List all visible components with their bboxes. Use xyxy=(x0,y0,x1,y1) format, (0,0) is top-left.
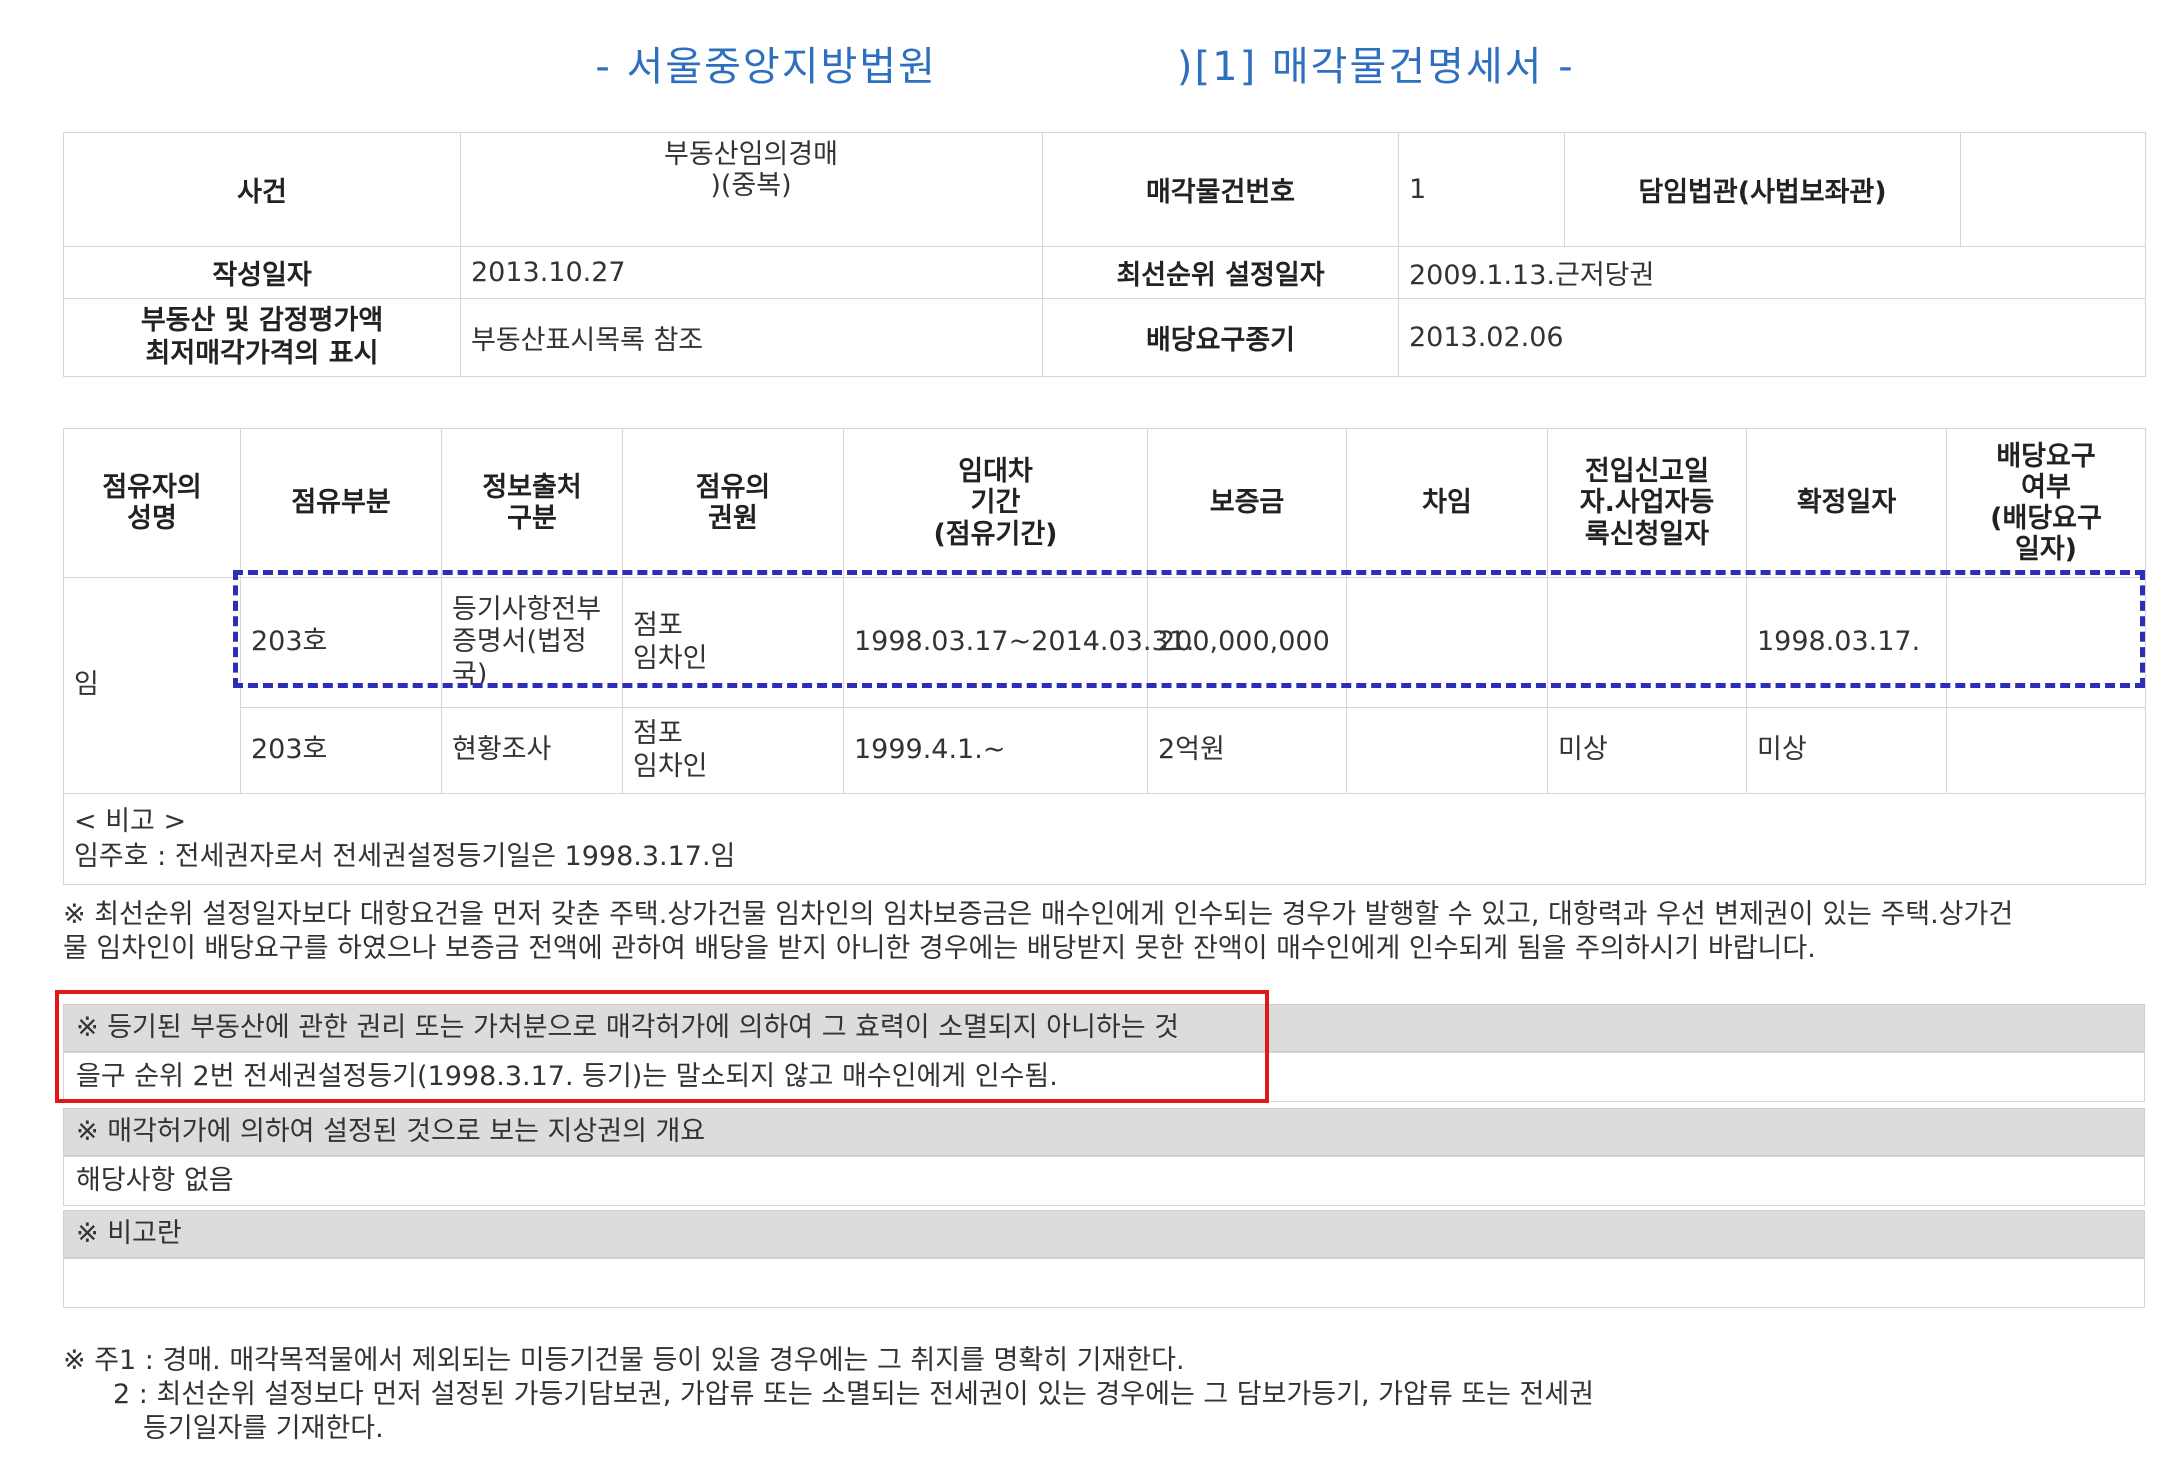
occupancy-header-cell: 점유자의 성명 xyxy=(63,428,241,578)
occupancy-table: 점유자의 성명 점유부분 정보출처 구분 점유의 권원 임대차 기간 (점유기간) 보증금 차임 전입신… xyxy=(63,428,2146,886)
created-label: 작성일자 xyxy=(63,246,461,299)
header-line: 점유부분 xyxy=(291,487,391,519)
occupancy-header-cell: 점유의 권원 xyxy=(622,428,844,578)
table-row: 203호 현황조사 점포 임차인 1999.4.1.~ 2억원 미상 미상 xyxy=(64,707,2146,794)
section-remarks-body xyxy=(63,1258,2145,1308)
header-line: 배당요구 xyxy=(1996,440,2096,472)
case-value-line1: 부동산임의경매 xyxy=(664,139,838,170)
lease-period: 1998.03.17~2014.03.31. xyxy=(843,577,1194,708)
judge-value xyxy=(1960,132,2146,247)
occupancy-title: 점포 임차인 xyxy=(622,707,844,794)
header-line: 기간 xyxy=(970,487,1021,519)
case-label: 사건 xyxy=(63,132,461,247)
notice-line2: 물 임차인이 배당요구를 하였으나 보증금 전액에 관하여 배당을 받지 아니한… xyxy=(63,932,1816,964)
occupancy-title-line: 점포 xyxy=(633,718,683,750)
title-left: - 서울중앙지방법원 xyxy=(595,44,937,90)
header-line: 점유자의 xyxy=(102,471,202,503)
occupancy-title-line: 임차인 xyxy=(633,642,708,674)
info-source-line: 등기사항전부 xyxy=(452,593,602,625)
deposit: 2억원 xyxy=(1147,707,1347,794)
header-line: 보증금 xyxy=(1209,487,1285,519)
occupancy-header-cell: 확정일자 xyxy=(1746,428,1947,578)
item-no-value: 1 xyxy=(1398,132,1565,247)
footnote-line1: ※ 주1 : 경매. 매각목적물에서 제외되는 미등기건물 등이 있을 경우에는… xyxy=(63,1345,1185,1376)
occupant-name: 임 xyxy=(63,577,241,794)
header-line: 권원 xyxy=(708,503,758,534)
case-value: 부동산임의경매 )(중복) xyxy=(460,132,1043,247)
move-in-date: 미상 xyxy=(1547,707,1747,794)
fixed-date: 미상 xyxy=(1746,707,1947,794)
lease-period: 1999.4.1.~ xyxy=(843,707,1148,794)
priority-label: 최선순위 설정일자 xyxy=(1042,246,1399,299)
judge-label: 담임법관(사법보좌관) xyxy=(1564,132,1961,247)
occupancy-header-cell: 임대차 기간 (점유기간) xyxy=(843,428,1148,578)
remark-title: < 비고 > xyxy=(74,806,187,837)
occupied-part: 203호 xyxy=(240,707,442,794)
section-superficies-head: ※ 매각허가에 의하여 설정된 것으로 보는 지상권의 개요 xyxy=(63,1108,2145,1156)
occupancy-header-cell: 배당요구 여부 (배당요구 일자) xyxy=(1946,428,2146,578)
case-value-line2: )(중복) xyxy=(710,170,792,202)
occupancy-header-cell: 보증금 xyxy=(1147,428,1347,578)
section-remarks-head: ※ 비고란 xyxy=(63,1210,2145,1258)
footnote: ※ 주1 : 경매. 매각목적물에서 제외되는 미등기건물 등이 있을 경우에는… xyxy=(63,1344,2153,1445)
occupancy-header-cell: 전입신고일 자.사업자등 록신청일자 xyxy=(1547,428,1747,578)
deadline-value: 2013.02.06 xyxy=(1398,298,2146,377)
header-line: 전입신고일 xyxy=(1584,456,1710,488)
header-line: 확정일자 xyxy=(1796,487,1897,519)
info-source: 등기사항전부 증명서(법정 국) xyxy=(441,577,623,708)
footnote-line2: 2 : 최선순위 설정보다 먼저 설정된 가등기담보권, 가압류 또는 소멸되는… xyxy=(113,1378,1595,1410)
occupancy-header-row: 점유자의 성명 점유부분 정보출처 구분 점유의 권원 임대차 기간 (점유기간) 보증금 차임 전입신… xyxy=(63,428,2146,578)
dividend-request xyxy=(1946,577,2146,708)
remark-row: < 비고 > 임주호 : 전세권자로서 전세권설정등기일은 1998.3.17.… xyxy=(63,792,2146,886)
fixed-date: 1998.03.17. xyxy=(1746,577,1947,708)
priority-value: 2009.1.13.근저당권 xyxy=(1398,246,2146,299)
info-source-line: 국) xyxy=(452,658,488,690)
header-line: 성명 xyxy=(127,503,177,534)
case-info-table: 사건 부동산임의경매 )(중복) 매각물건번호 1 담임법관(사법보좌관) 작성… xyxy=(63,132,2146,377)
header-line: 구분 xyxy=(507,503,557,534)
header-line: 임대차 xyxy=(958,456,1033,488)
section-rights-head: ※ 등기된 부동산에 관한 권리 또는 가처분으로 매각허가에 의하여 그 효력… xyxy=(63,1004,2145,1052)
info-source: 현황조사 xyxy=(441,707,623,794)
header-line: 일자) xyxy=(2014,534,2078,566)
header-line: (배당요구 xyxy=(1990,503,2102,534)
dividend-request xyxy=(1946,707,2146,794)
move-in-date xyxy=(1547,577,1747,708)
header-line: 록신청일자 xyxy=(1584,518,1710,550)
occupancy-header-cell: 차임 xyxy=(1346,428,1548,578)
section-superficies-body: 해당사항 없음 xyxy=(63,1156,2145,1206)
rent xyxy=(1346,707,1548,794)
table-row: 임 203호 등기사항전부 증명서(법정 국) 점포 임차인 1998.03.1… xyxy=(63,577,2146,794)
header-line: 자.사업자등 xyxy=(1579,487,1715,519)
priority-notice: ※ 최선순위 설정일자보다 대항요건을 먼저 갖춘 주택.상가건물 임차인의 임… xyxy=(63,898,2153,966)
header-line: 정보출처 xyxy=(482,471,582,503)
deadline-label: 배당요구종기 xyxy=(1042,298,1399,377)
appraisal-label-line2: 최저매각가격의 표시 xyxy=(145,337,379,369)
remark-text: 임주호 : 전세권자로서 전세권설정등기일은 1998.3.17.임 xyxy=(74,841,736,873)
header-line: 점유의 xyxy=(695,471,771,503)
section-rights-body: 을구 순위 2번 전세권설정등기(1998.3.17. 등기)는 말소되지 않고… xyxy=(63,1052,2145,1102)
header-line: (점유기간) xyxy=(933,518,1058,550)
occupancy-title-line: 임차인 xyxy=(633,750,708,782)
header-line: 차임 xyxy=(1422,487,1472,519)
info-source-line: 증명서(법정 xyxy=(452,626,587,658)
item-no-label: 매각물건번호 xyxy=(1042,132,1399,247)
notice-line1: ※ 최선순위 설정일자보다 대항요건을 먼저 갖춘 주택.상가건물 임차인의 임… xyxy=(63,899,2014,930)
remark-cell: < 비고 > 임주호 : 전세권자로서 전세권설정등기일은 1998.3.17.… xyxy=(63,792,2146,886)
deposit: 200,000,000 xyxy=(1147,577,1347,708)
created-value: 2013.10.27 xyxy=(460,246,1043,299)
document-title: - 서울중앙지방법원 )[1] 매각물건명세서 - xyxy=(0,34,2170,92)
occupied-part: 203호 xyxy=(240,577,442,708)
occupancy-header-cell: 점유부분 xyxy=(240,428,442,578)
occupancy-title: 점포 임차인 xyxy=(622,577,844,708)
occupancy-header-cell: 정보출처 구분 xyxy=(441,428,623,578)
footnote-line3: 등기일자를 기재한다. xyxy=(143,1412,384,1444)
appraisal-value: 부동산표시목록 참조 xyxy=(460,298,1043,377)
header-line: 여부 xyxy=(2021,471,2071,503)
rent xyxy=(1346,577,1548,708)
title-right: )[1] 매각물건명세서 - xyxy=(1176,44,1575,90)
appraisal-label: 부동산 및 감정평가액 최저매각가격의 표시 xyxy=(63,298,461,377)
occupancy-title-line: 점포 xyxy=(633,610,683,642)
appraisal-label-line1: 부동산 및 감정평가액 xyxy=(140,305,384,337)
